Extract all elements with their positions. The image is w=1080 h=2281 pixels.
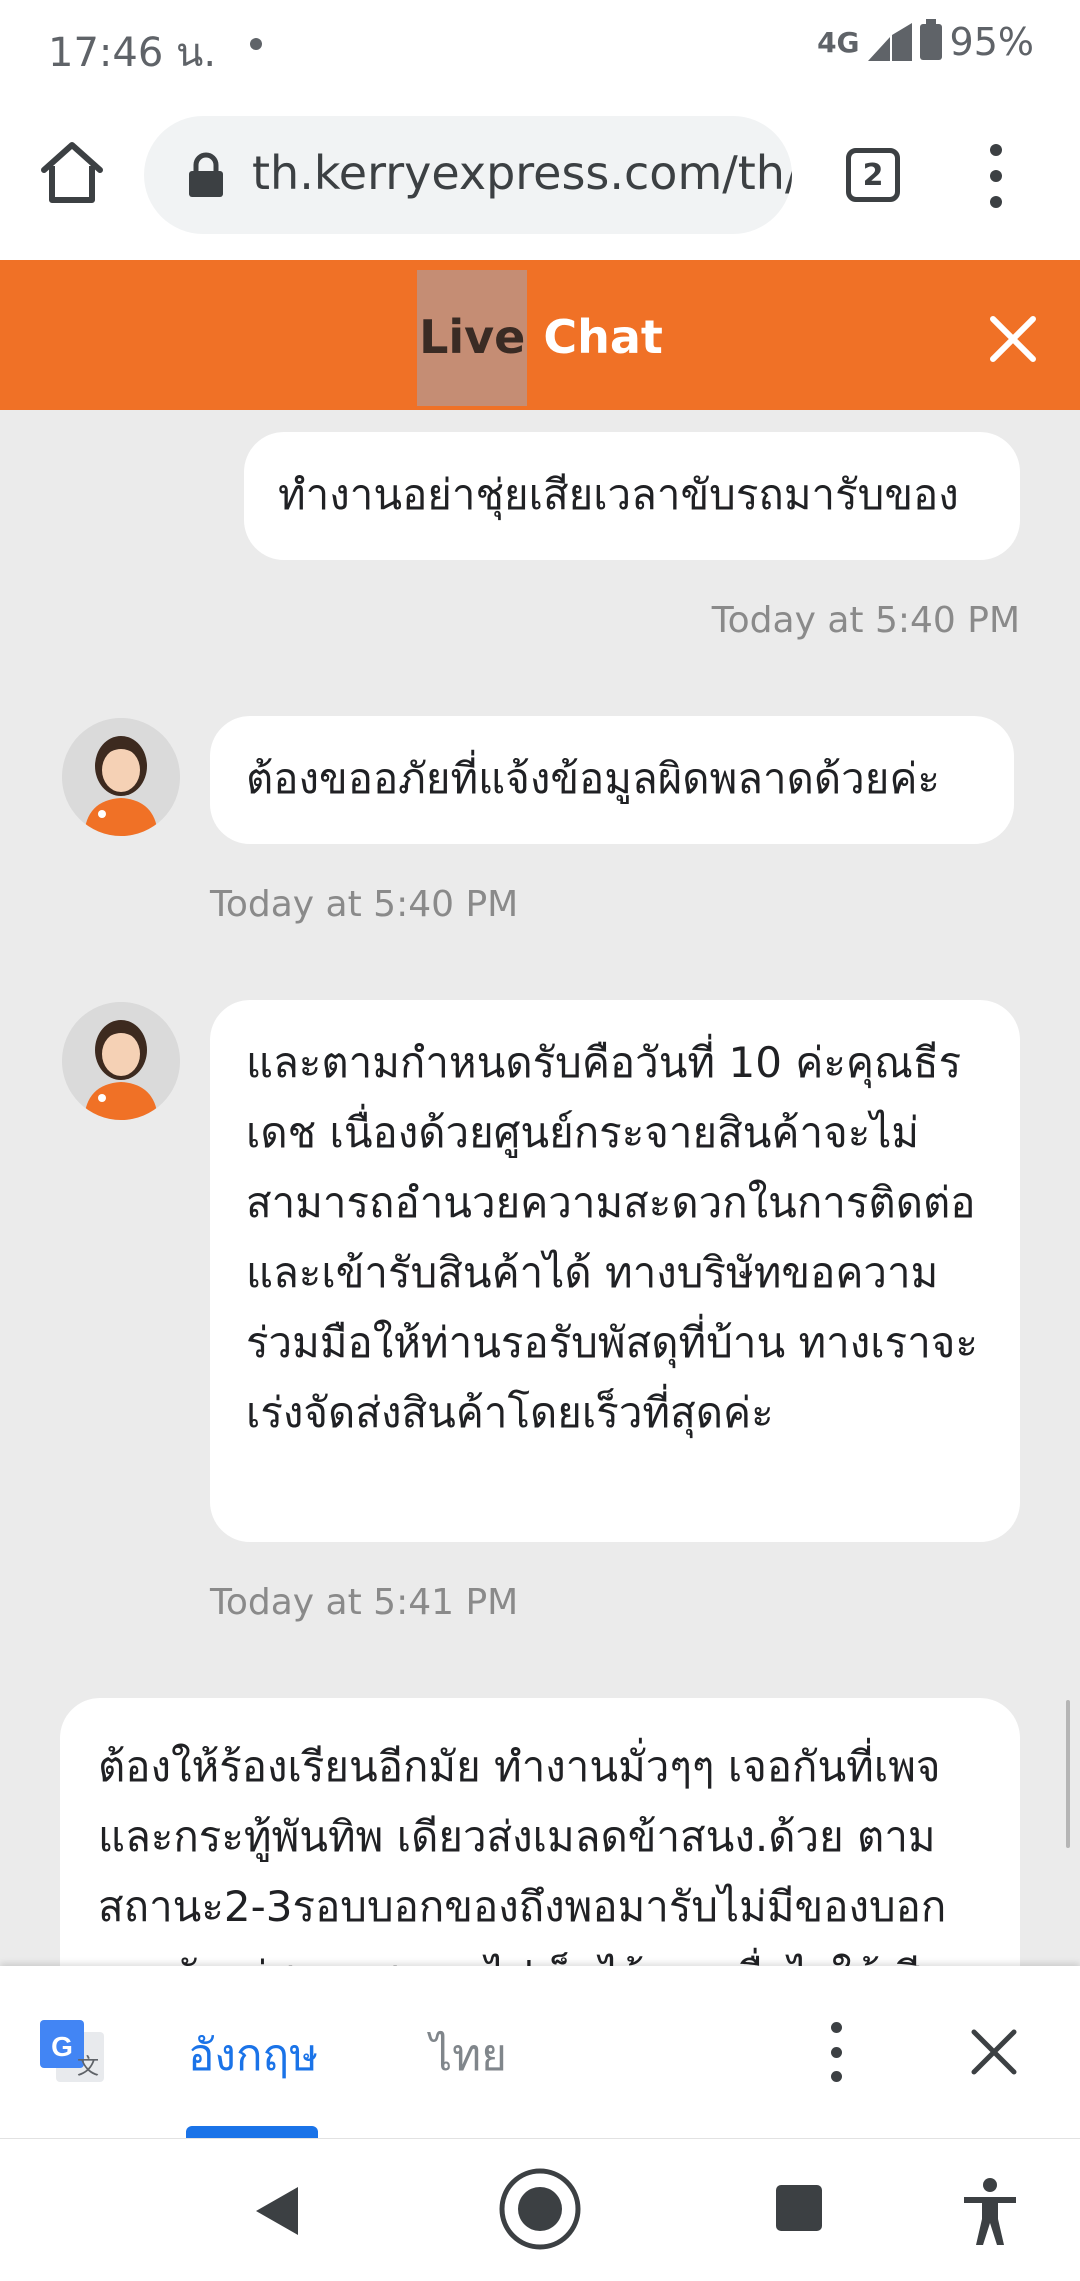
message-timestamp: Today at 5:40 PM — [210, 884, 519, 925]
accessibility-icon[interactable] — [960, 2177, 1020, 2247]
browser-toolbar: th.kerryexpress.com/th/ 2 — [0, 92, 1080, 260]
svg-text:文: 文 — [77, 2055, 99, 2080]
chat-title-live: Live — [417, 270, 528, 406]
agent-message-bubble: และตามกำหนดรับคือวันที่ 10 ค่ะคุณธีรเดช … — [210, 1000, 1020, 1542]
recent-apps-icon[interactable] — [776, 2185, 822, 2231]
user-message-bubble: ต้องให้ร้องเรียนอีกมัย ทำงานมั่วๆๆ เจอกั… — [60, 1698, 1020, 1966]
battery-level: 95% — [949, 20, 1034, 64]
home-nav-icon[interactable] — [498, 2167, 582, 2251]
tab-source-language[interactable]: อังกฤษ — [188, 2020, 318, 2090]
status-time: 17:46 น. — [48, 30, 217, 76]
chat-header: Live Chat — [0, 260, 1080, 410]
status-indicators: 4G 95% — [817, 19, 1034, 64]
tab-target-language[interactable]: ไทย — [430, 2020, 507, 2090]
network-type: 4G — [817, 25, 860, 59]
close-translate-icon[interactable] — [968, 2026, 1020, 2078]
chat-title-chat: Chat — [527, 310, 663, 364]
system-nav-bar — [0, 2138, 1080, 2281]
lock-icon — [189, 152, 223, 197]
close-chat-icon[interactable] — [988, 314, 1038, 364]
tab-switcher-button[interactable]: 2 — [846, 148, 900, 202]
url-text: th.kerryexpress.com/th/ — [252, 146, 792, 200]
agent-avatar — [62, 718, 180, 836]
home-icon[interactable] — [36, 136, 108, 208]
battery-icon — [919, 19, 942, 60]
message-timestamp: Today at 5:40 PM — [711, 600, 1020, 641]
active-tab-indicator — [186, 2126, 318, 2138]
chat-messages[interactable]: ทำงานอย่าชุ่ยเสียเวลาขับรถมารับของ Today… — [0, 410, 1080, 1966]
agent-avatar — [62, 1002, 180, 1120]
scrollbar[interactable] — [1066, 1700, 1070, 1848]
user-message-bubble: ทำงานอย่าชุ่ยเสียเวลาขับรถมารับของ — [244, 432, 1020, 560]
browser-menu-icon[interactable] — [984, 144, 1008, 208]
back-icon[interactable] — [250, 2183, 306, 2239]
address-bar[interactable]: th.kerryexpress.com/th/ — [144, 116, 792, 234]
google-translate-icon: G 文 — [40, 2020, 104, 2082]
signal-icon — [867, 23, 912, 61]
message-timestamp: Today at 5:41 PM — [210, 1582, 519, 1623]
status-bar: 17:46 น. 4G 95% — [0, 0, 1080, 92]
notification-dot-icon — [250, 38, 262, 50]
translate-bar: G 文 อังกฤษ ไทย — [0, 1966, 1080, 2138]
svg-text:G: G — [51, 2031, 73, 2062]
translate-menu-icon[interactable] — [826, 2022, 846, 2082]
agent-message-bubble: ต้องขออภัยที่แจ้งข้อมูลผิดพลาดด้วยค่ะ — [210, 716, 1014, 844]
chat-title: Live Chat — [0, 270, 1080, 406]
